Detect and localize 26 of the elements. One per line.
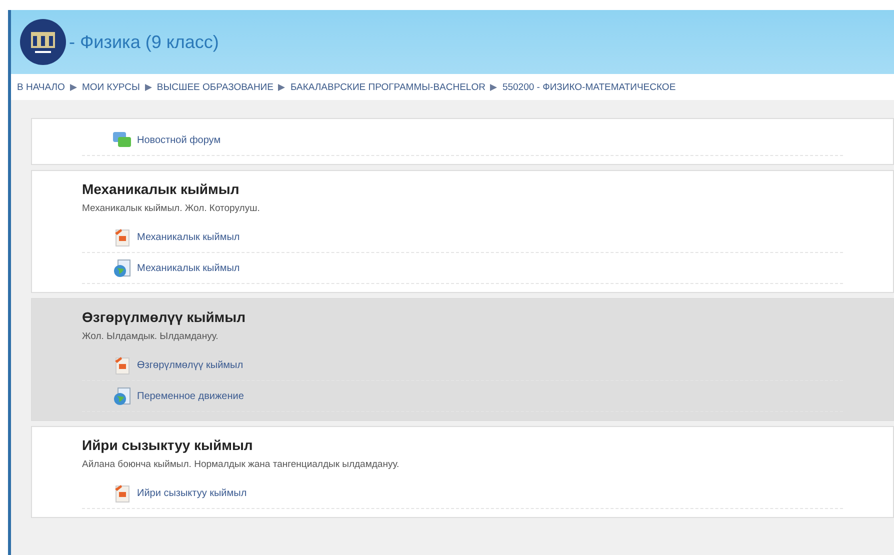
logo-icon[interactable] <box>19 18 67 66</box>
section-summary: Айлана боюнча кыймыл. Нормалдык жана тангенциалдык ылдамдануу. <box>82 459 400 470</box>
globe-document-icon <box>112 258 132 278</box>
forum-icon <box>112 130 132 150</box>
activity-link[interactable]: Механикалык кыймыл <box>137 232 240 242</box>
breadcrumb-link[interactable]: 550200 - ФИЗИКО-МАТЕМАТИЧЕСКОЕ <box>502 82 676 92</box>
activity-link[interactable]: Новостной форум <box>137 134 221 146</box>
section-title: Механикалык кыймыл <box>82 181 240 197</box>
globe-document-icon <box>112 386 132 406</box>
course-title: - Физика (9 класс) <box>69 32 219 52</box>
activity-link[interactable]: Механикалык кыймыл <box>137 262 240 274</box>
breadcrumb-link[interactable]: ВЫСШЕЕ ОБРАЗОВАНИЕ <box>156 82 274 92</box>
activity-link[interactable]: Переменное движение <box>137 390 244 402</box>
separator-icon <box>278 84 286 90</box>
activity-link[interactable]: Ийри сызыктуу кыймыл <box>137 488 247 498</box>
section-title: Өзгөрүлмөлүү кыймыл <box>82 309 247 325</box>
breadcrumb-link[interactable]: МОИ КУРСЫ <box>82 82 140 92</box>
section-summary: Жол. Ылдамдык. Ылдамдануу. <box>82 331 220 342</box>
separator-icon <box>70 84 77 90</box>
breadcrumb-link[interactable]: В НАЧАЛО <box>17 82 65 92</box>
breadcrumb-link[interactable]: БАКАЛАВРСКИЕ ПРОГРАММЫ-BACHELOR <box>290 82 486 92</box>
activity-link[interactable]: Өзгөрүлмөлүү кыймыл <box>137 360 244 370</box>
section-title: Ийри сызыктуу кыймыл <box>82 437 254 453</box>
separator-icon <box>144 84 152 90</box>
section-summary: Механикалык кыймыл. Жол. Которулуш. <box>82 203 261 214</box>
separator-icon <box>490 84 498 90</box>
